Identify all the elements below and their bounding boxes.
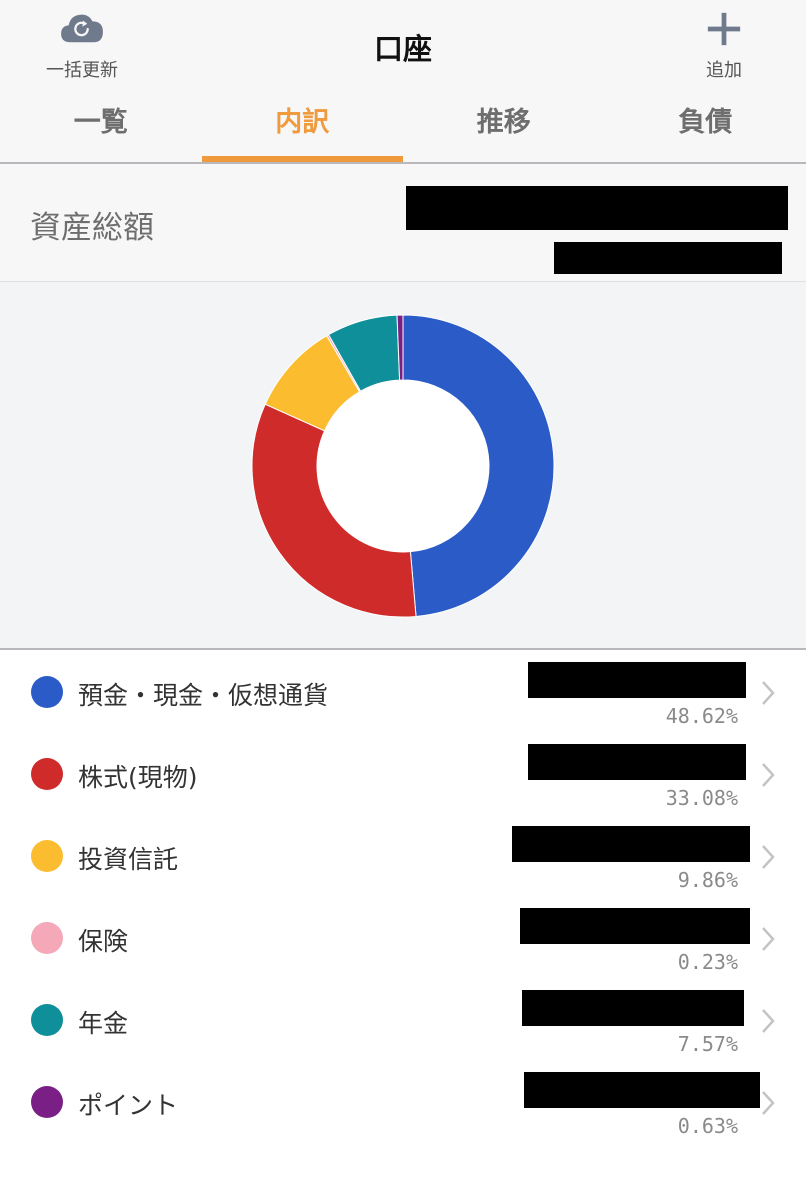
chevron-right-icon	[762, 927, 775, 951]
category-percent: 7.57%	[677, 1032, 738, 1056]
chevron-right-icon	[762, 1009, 775, 1033]
category-row-funds[interactable]: 投資信託 9.86%	[0, 814, 806, 896]
category-row-stocks[interactable]: 株式(現物) 33.08%	[0, 732, 806, 814]
category-name: 保険	[78, 927, 129, 956]
amount-redacted	[528, 662, 746, 698]
total-assets-label: 資産総額	[30, 210, 154, 246]
total-amount-redacted	[406, 186, 788, 230]
category-name: ポイント	[78, 1091, 179, 1120]
category-percent: 48.62%	[665, 704, 738, 728]
chevron-right-icon	[762, 845, 775, 869]
chart-area	[0, 282, 806, 650]
tab-trend[interactable]: 推移	[403, 96, 605, 162]
category-percent: 33.08%	[665, 786, 738, 810]
category-row-points[interactable]: ポイント 0.63%	[0, 1060, 806, 1142]
legend-dot	[31, 922, 63, 954]
tab-breakdown[interactable]: 内訳	[201, 96, 404, 162]
category-percent: 0.63%	[677, 1114, 738, 1138]
chevron-right-icon	[762, 763, 775, 787]
legend-dot	[31, 1086, 63, 1118]
category-percent: 9.86%	[677, 868, 738, 892]
asset-donut-chart	[251, 314, 555, 618]
total-change-redacted	[554, 242, 782, 274]
legend-dot	[31, 676, 63, 708]
total-assets-row: 資産総額	[0, 164, 806, 282]
category-percent: 0.23%	[677, 950, 738, 974]
legend-dot	[31, 758, 63, 790]
category-row-pension[interactable]: 年金 7.57%	[0, 978, 806, 1060]
category-row-insurance[interactable]: 保険 0.23%	[0, 896, 806, 978]
tab-list[interactable]: 一覧	[0, 96, 202, 162]
amount-redacted	[524, 1072, 760, 1108]
amount-redacted	[522, 990, 744, 1026]
plus-icon	[707, 12, 741, 46]
category-name: 預金・現金・仮想通貨	[78, 681, 329, 710]
legend-dot	[31, 840, 63, 872]
chevron-right-icon	[762, 1091, 775, 1115]
legend-dot	[31, 1004, 63, 1036]
amount-redacted	[520, 908, 750, 944]
header: 一括更新 口座 追加 一覧 内訳 推移 負債	[0, 0, 806, 164]
category-name: 投資信託	[78, 845, 179, 874]
amount-redacted	[512, 826, 750, 862]
tab-bar: 一覧 内訳 推移 負債	[0, 96, 806, 162]
amount-redacted	[528, 744, 746, 780]
add-account-button[interactable]: 追加	[664, 10, 784, 82]
category-name: 株式(現物)	[78, 763, 198, 792]
donut-hole	[317, 380, 489, 552]
chevron-right-icon	[762, 681, 775, 705]
add-account-label: 追加	[706, 60, 742, 81]
category-name: 年金	[78, 1009, 129, 1038]
tab-liabilities[interactable]: 負債	[605, 96, 806, 162]
category-row-deposits[interactable]: 預金・現金・仮想通貨 48.62%	[0, 650, 806, 732]
